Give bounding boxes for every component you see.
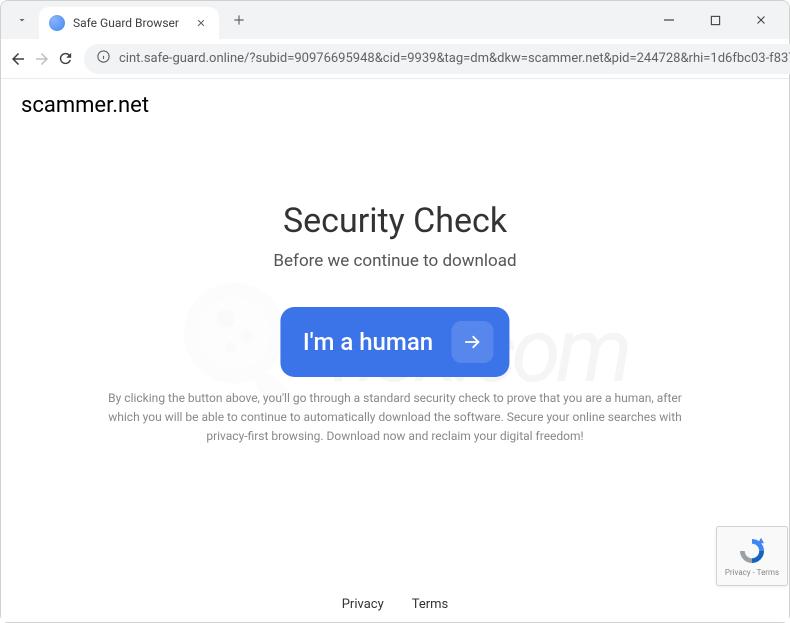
new-tab-button[interactable] xyxy=(225,6,253,34)
browser-tab[interactable]: Safe Guard Browser xyxy=(39,7,219,39)
footer-links: Privacy Terms xyxy=(342,597,449,612)
reload-button[interactable] xyxy=(57,43,74,75)
security-check-subheading: Before we continue to download xyxy=(273,251,516,271)
browser-window: Safe Guard Browser xyxy=(0,0,790,623)
disclaimer-text: By clicking the button above, you'll go … xyxy=(105,389,685,447)
minimize-button[interactable] xyxy=(655,6,683,34)
tab-close-icon[interactable] xyxy=(193,15,209,31)
terms-link[interactable]: Terms xyxy=(412,597,449,612)
recaptcha-icon xyxy=(737,536,767,566)
close-window-button[interactable] xyxy=(747,6,775,34)
site-label: scammer.net xyxy=(21,93,149,118)
site-info-icon[interactable] xyxy=(96,49,111,68)
toolbar: cint.safe-guard.online/?subid=9097669594… xyxy=(1,39,789,79)
security-check-block: Security Check Before we continue to dow… xyxy=(273,201,516,377)
url-text: cint.safe-guard.online/?subid=9097669594… xyxy=(119,51,790,66)
titlebar: Safe Guard Browser xyxy=(1,1,789,39)
back-button[interactable] xyxy=(9,43,27,75)
human-verify-button[interactable]: I'm a human xyxy=(281,307,509,377)
forward-button[interactable] xyxy=(33,43,51,75)
tab-title: Safe Guard Browser xyxy=(73,16,187,30)
page-content: risk.com scammer.net Security Check Befo… xyxy=(1,79,789,622)
tab-search-dropdown[interactable] xyxy=(9,7,35,33)
maximize-button[interactable] xyxy=(701,6,729,34)
recaptcha-label: Privacy - Terms xyxy=(725,568,779,577)
tab-favicon xyxy=(49,15,65,31)
cta-label: I'm a human xyxy=(303,328,433,356)
window-controls xyxy=(655,6,781,34)
privacy-link[interactable]: Privacy xyxy=(342,597,384,612)
address-bar[interactable]: cint.safe-guard.online/?subid=9097669594… xyxy=(84,44,790,74)
security-check-heading: Security Check xyxy=(273,201,516,241)
arrow-right-icon xyxy=(451,321,493,363)
recaptcha-badge[interactable]: Privacy - Terms xyxy=(716,526,788,586)
